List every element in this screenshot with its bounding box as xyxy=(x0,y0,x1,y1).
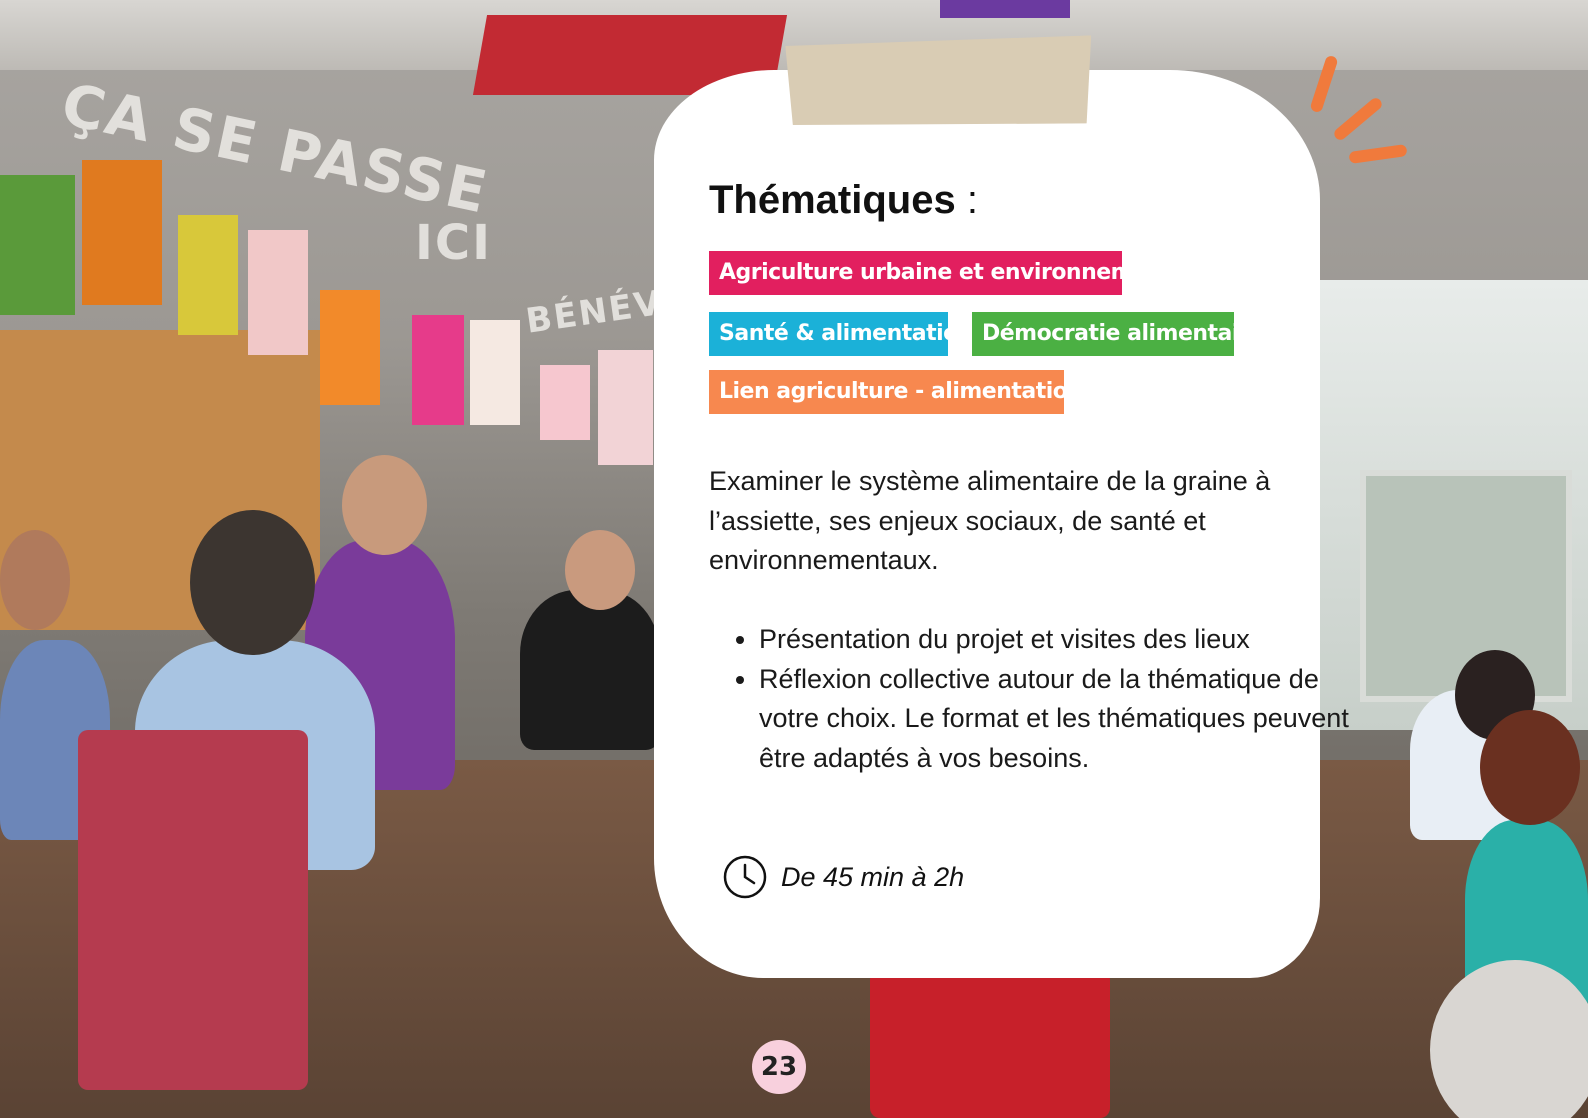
intro-paragraph: Examiner le système alimentaire de la gr… xyxy=(709,466,1271,575)
bullet-list: Présentation du projet et visites des li… xyxy=(709,620,1359,778)
person-head xyxy=(342,455,427,555)
tag-agriculture-urbaine: Agriculture urbaine et environnement xyxy=(709,251,1173,295)
person-head xyxy=(190,510,315,655)
person-black-top xyxy=(520,590,660,750)
poster xyxy=(598,350,653,465)
poster xyxy=(178,215,238,335)
tag-democratie-alimentaire: Démocratie alimentaire xyxy=(972,312,1264,356)
tape-strip xyxy=(785,35,1092,128)
person-head xyxy=(1480,710,1580,825)
poster xyxy=(82,160,162,305)
title-colon: : xyxy=(955,178,978,222)
poster xyxy=(320,290,380,405)
person-head xyxy=(0,530,70,630)
red-chair xyxy=(78,730,308,1090)
purple-acoustic-panel xyxy=(940,0,1070,18)
bullet-item: Réflexion collective autour de la thémat… xyxy=(759,660,1359,779)
duration-text: De 45 min à 2h xyxy=(781,861,965,892)
poster xyxy=(470,320,520,425)
duration-row: De 45 min à 2h xyxy=(723,853,964,901)
red-chair xyxy=(870,970,1110,1118)
title-text: Thématiques xyxy=(709,178,956,222)
poster xyxy=(0,175,75,315)
wall-text-ici: ICI xyxy=(415,215,492,271)
tag-lien-agriculture: Lien agriculture - alimentation xyxy=(709,370,1083,414)
section-title: Thématiques : xyxy=(709,178,978,223)
bullet-item: Présentation du projet et visites des li… xyxy=(759,620,1359,660)
page-number-badge: 23 xyxy=(752,1040,806,1094)
poster xyxy=(412,315,464,425)
person-head xyxy=(565,530,635,610)
poster xyxy=(248,230,308,355)
poster xyxy=(540,365,590,440)
clock-icon xyxy=(723,855,767,899)
tag-sante-alimentation: Santé & alimentation xyxy=(709,312,973,356)
